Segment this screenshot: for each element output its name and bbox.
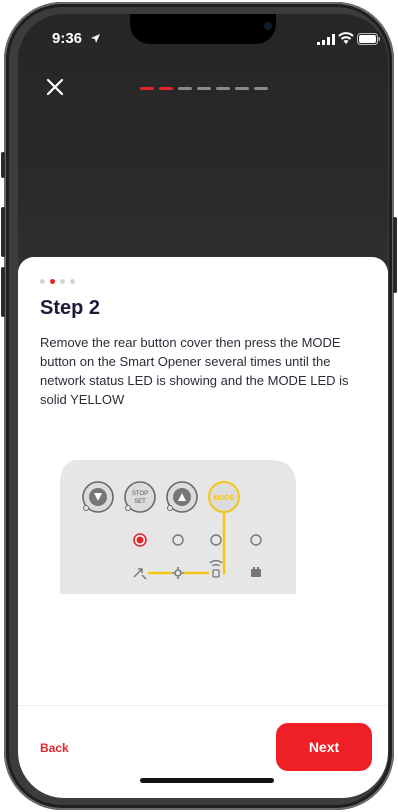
progress-segment (197, 87, 211, 90)
mode-label: MODE (214, 495, 235, 502)
progress-segment (159, 87, 173, 90)
set-label: SET (134, 499, 146, 505)
step-card: Step 2 Remove the rear button cover then… (18, 257, 388, 798)
step-description: Remove the rear button cover then press … (40, 335, 349, 407)
location-arrow-icon (91, 34, 100, 43)
phone-frame: 9:36 Step 2 Remove the rear button cover… (1, 2, 397, 810)
battery-icon (357, 33, 380, 45)
footer-divider (18, 705, 388, 706)
stop-label: STOP (132, 491, 148, 497)
progress-segment (216, 87, 230, 90)
close-icon[interactable] (44, 76, 66, 98)
page-dot (40, 279, 45, 284)
progress-segment (254, 87, 268, 90)
volume-down-button (1, 267, 5, 317)
settings-gear-icon (172, 567, 184, 579)
up-arrow-button (166, 481, 198, 513)
home-indicator (140, 778, 274, 783)
volume-up-button (1, 207, 5, 257)
progress-segment (178, 87, 192, 90)
mute-switch (1, 152, 5, 178)
page-dot (70, 279, 75, 284)
cellular-signal-icon (317, 34, 335, 45)
next-button[interactable]: Next (276, 723, 372, 771)
status-time: 9:36 (52, 30, 83, 47)
network-mode-icon (133, 567, 147, 580)
step-title: Step 2 (40, 297, 101, 319)
mode-button: MODE (208, 481, 240, 513)
led-network-lit (136, 536, 144, 544)
wifi-icon (338, 32, 354, 44)
page-dots (40, 279, 75, 284)
progress-segment (140, 87, 154, 90)
stop-set-button: STOP SET (124, 481, 156, 513)
page-dot (50, 279, 55, 284)
onboarding-progress-bar (140, 87, 268, 90)
front-camera (264, 22, 272, 30)
page-dot (60, 279, 65, 284)
smart-opener-diagram: STOP SET MODE (60, 460, 296, 594)
progress-segment (235, 87, 249, 90)
down-arrow-button (82, 481, 114, 513)
back-button[interactable]: Back (40, 741, 69, 755)
power-button (393, 217, 397, 293)
screen: 9:36 Step 2 Remove the rear button cover… (18, 14, 388, 798)
notch (130, 14, 276, 44)
